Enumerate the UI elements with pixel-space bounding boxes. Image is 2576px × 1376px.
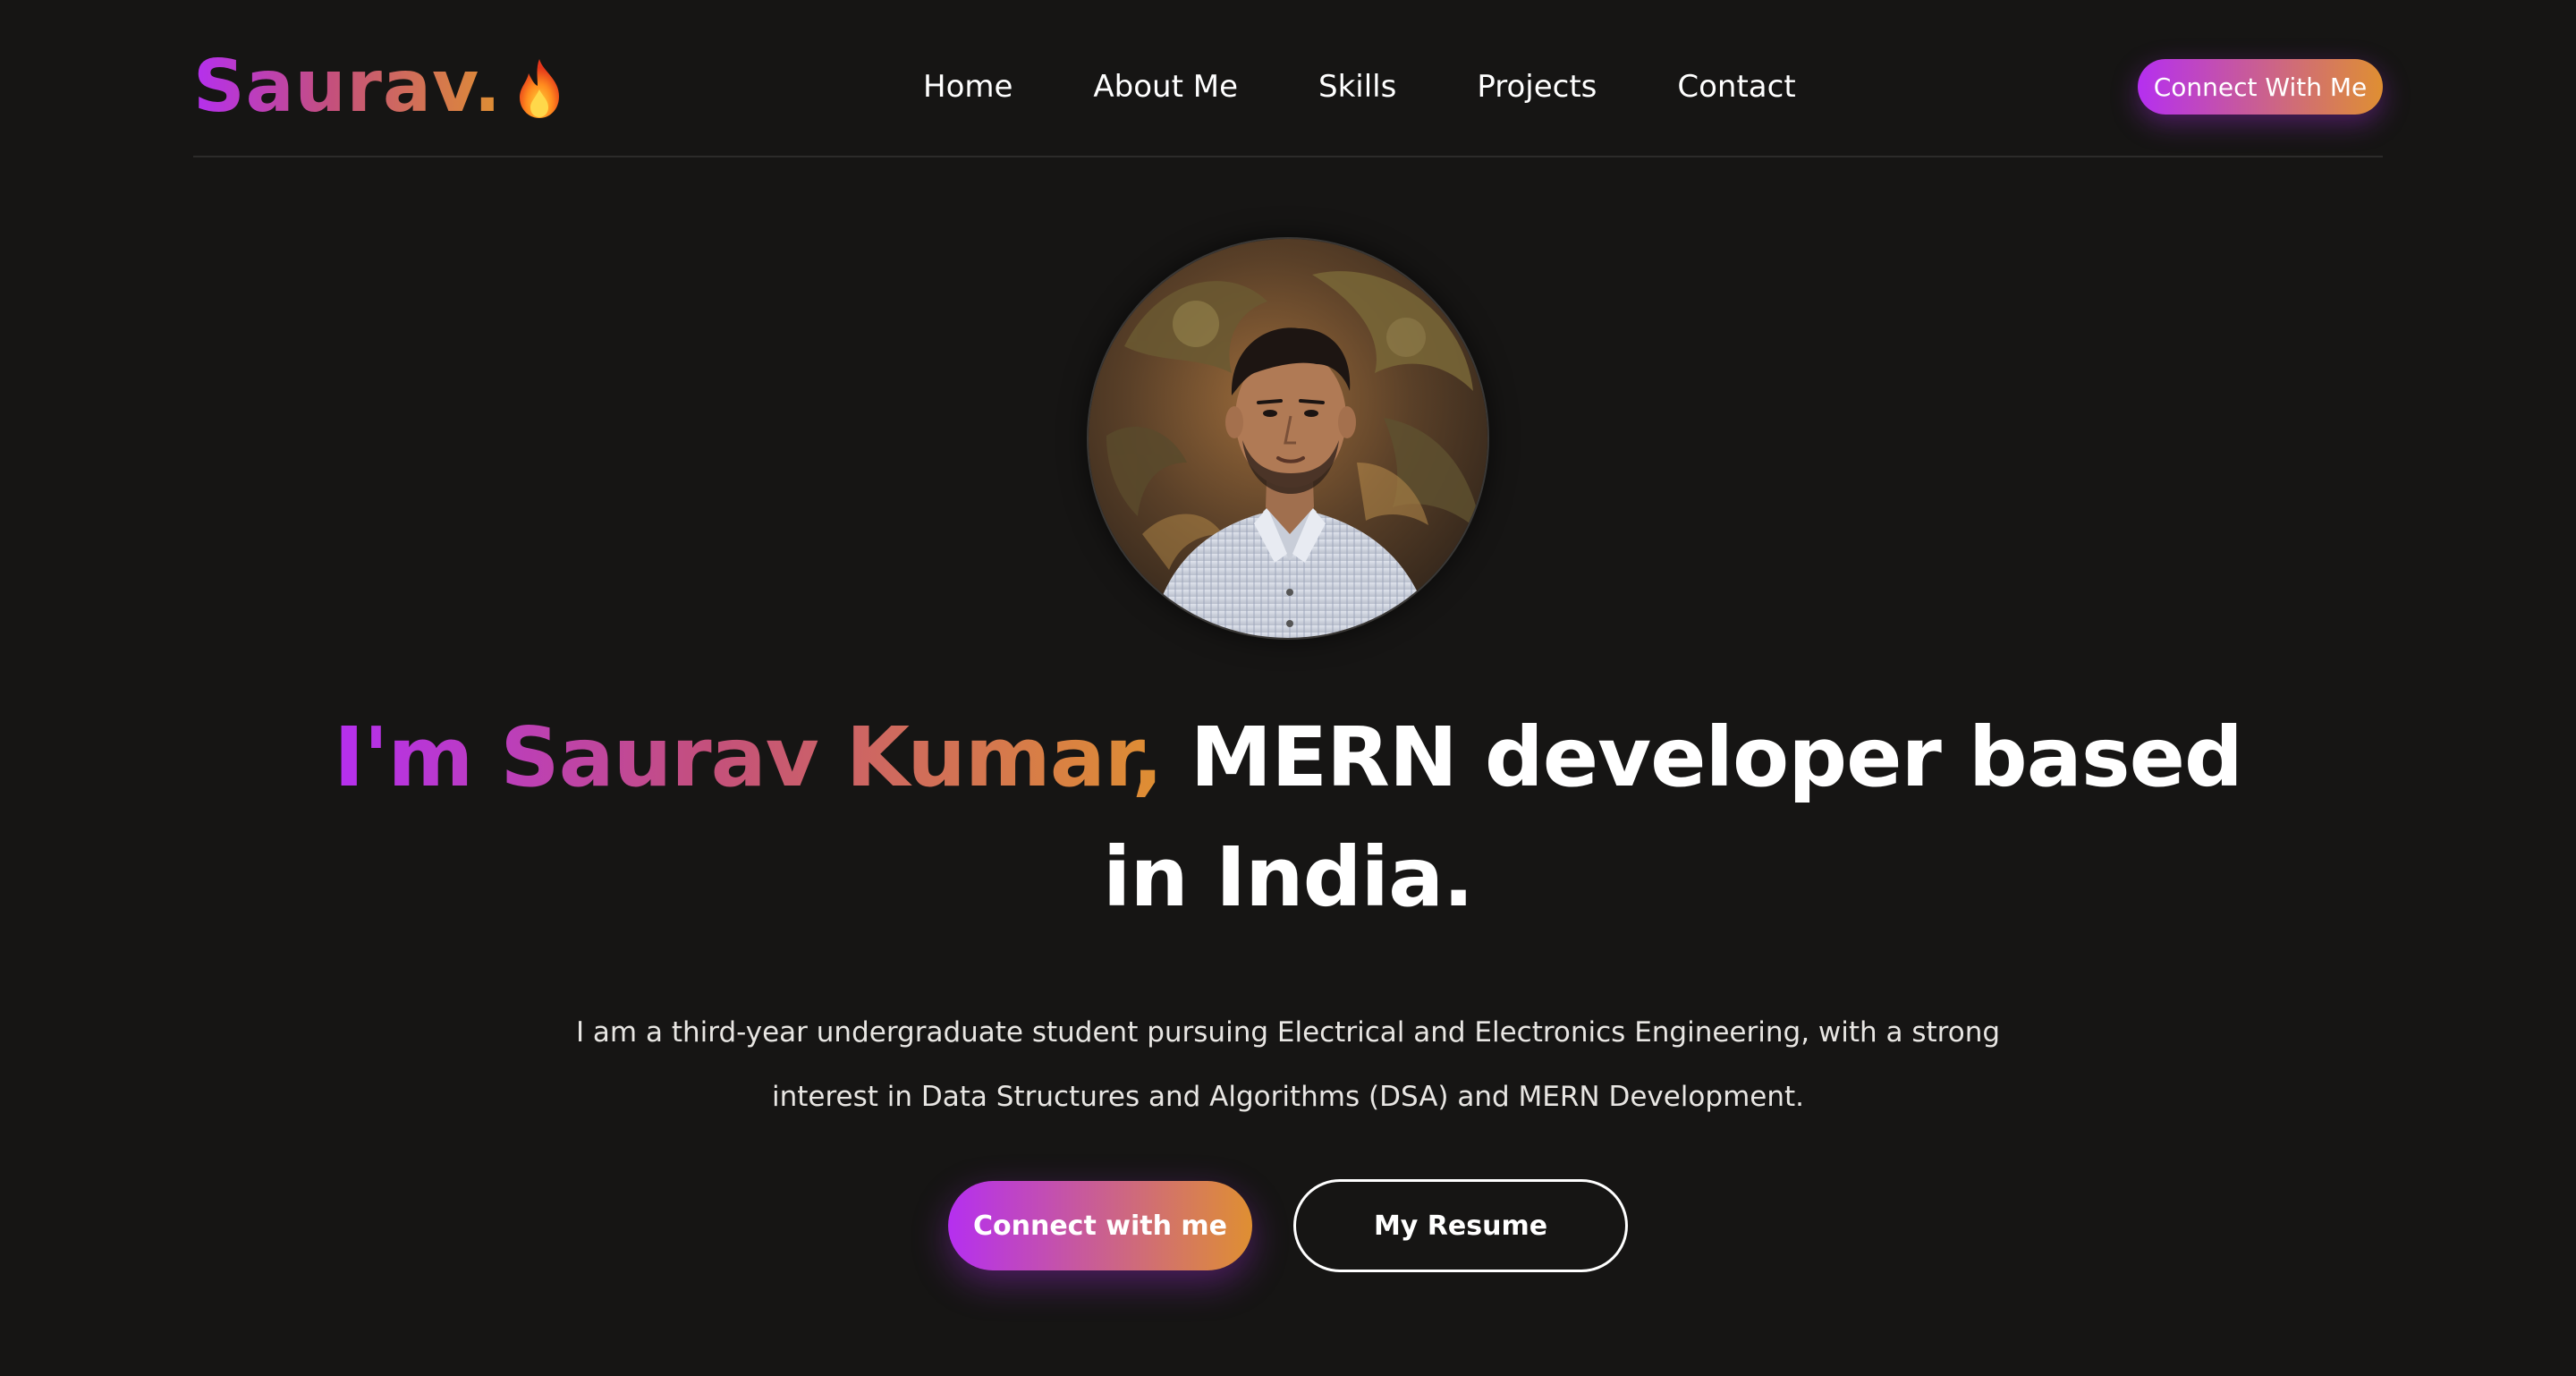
profile-photo [1089, 239, 1487, 638]
nav-item-projects[interactable]: Projects [1477, 63, 1597, 111]
nav-item-contact[interactable]: Contact [1677, 63, 1795, 111]
nav-item-home[interactable]: Home [923, 63, 1013, 111]
navbar: Saurav. Home About Me Skills Projects Co… [193, 0, 2383, 157]
flame-icon [520, 59, 560, 118]
hero-actions: Connect with me My Resume [948, 1179, 1628, 1272]
nav-menu: Home About Me Skills Projects Contact [923, 63, 1796, 111]
nav-item-about[interactable]: About Me [1093, 63, 1238, 111]
headline-rest: MERN developer based in India. [1102, 709, 2243, 925]
nav-item-skills[interactable]: Skills [1318, 63, 1396, 111]
avatar [1087, 237, 1489, 640]
logo[interactable]: Saurav. [193, 45, 566, 129]
hero-description: I am a third-year undergraduate student … [575, 1016, 2001, 1113]
logo-text: Saurav. [193, 45, 503, 128]
connect-nav-button[interactable]: Connect With Me [2138, 59, 2383, 115]
connect-button[interactable]: Connect with me [948, 1181, 1252, 1270]
hero-headline: I'm Saurav Kumar, MERN developer based i… [322, 698, 2254, 938]
resume-button[interactable]: My Resume [1293, 1179, 1628, 1272]
headline-name: I'm Saurav Kumar, [334, 709, 1163, 805]
